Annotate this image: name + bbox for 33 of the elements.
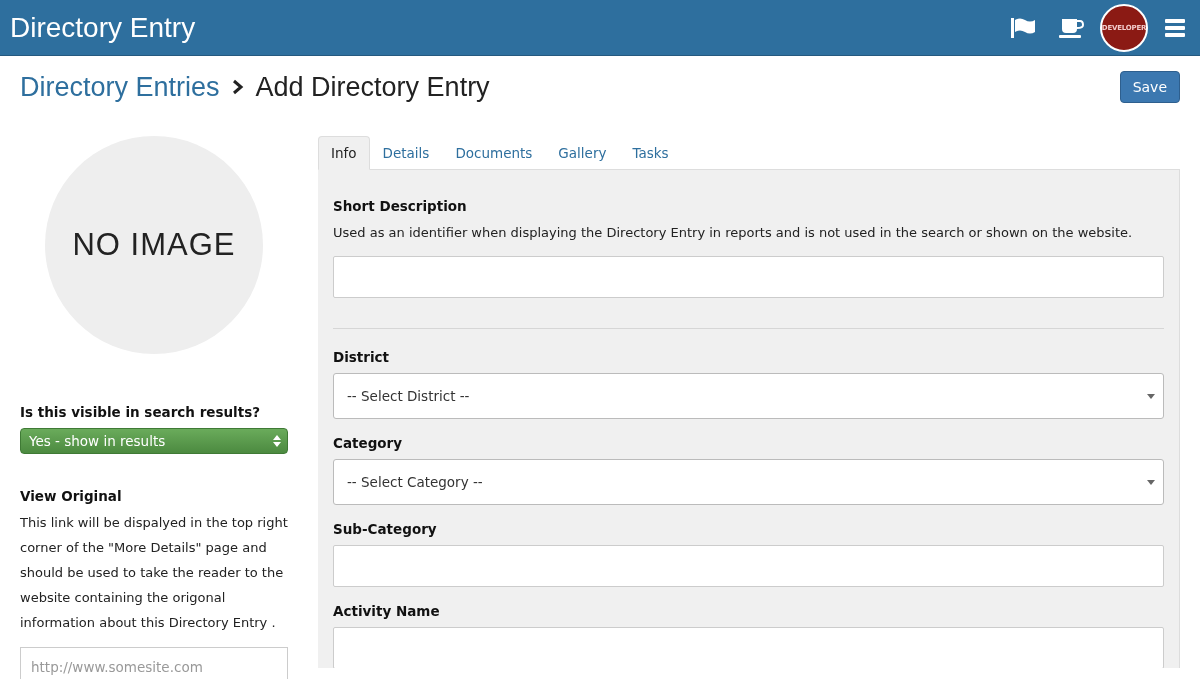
tab[interactable]: Documents bbox=[442, 136, 546, 170]
select-field[interactable]: -- Select Category -- bbox=[333, 459, 1164, 505]
field-label: Category bbox=[333, 435, 404, 451]
field-label: District bbox=[333, 349, 391, 365]
page-title: Add Directory Entry bbox=[255, 71, 490, 103]
tab[interactable]: Info bbox=[318, 136, 370, 170]
flag-icon[interactable] bbox=[1010, 16, 1036, 39]
text-field[interactable] bbox=[333, 627, 1164, 668]
tab[interactable]: Gallery bbox=[545, 136, 620, 170]
menu-icon[interactable] bbox=[1164, 17, 1186, 38]
chevron-icon bbox=[231, 79, 244, 95]
caret-icon bbox=[1147, 393, 1155, 399]
select-field[interactable]: -- Select District -- bbox=[333, 373, 1164, 419]
text-field[interactable] bbox=[333, 545, 1164, 587]
url-field[interactable]: http://www.somesite.com bbox=[20, 647, 288, 679]
coffee-cup-icon[interactable] bbox=[1058, 16, 1084, 39]
tab[interactable]: Tasks bbox=[619, 136, 682, 170]
field-label: Activity Name bbox=[333, 603, 441, 619]
field-label: Sub-Category bbox=[333, 521, 438, 537]
tab[interactable]: Details bbox=[369, 136, 443, 170]
help-text: Used as an identifier when displaying the Directory Entry in reports and is not used in the search or shown on the website. bbox=[333, 224, 1134, 242]
updown-arrows-icon bbox=[273, 435, 281, 447]
app-title: Directory Entry bbox=[10, 11, 196, 44]
caret-icon bbox=[1147, 479, 1155, 485]
field-label: Is this visible in search results? bbox=[20, 404, 262, 420]
breadcrumb-link[interactable]: Directory Entries bbox=[20, 71, 220, 103]
text-field[interactable] bbox=[333, 256, 1164, 298]
help-text: This link will be dispalyed in the top right corner of the "More Details" page and should be used to take the reader to the website containing the origonal information about this Directory Entry . bbox=[20, 514, 288, 632]
visibility-select[interactable]: Yes - show in results bbox=[20, 428, 288, 454]
field-label: Short Description bbox=[333, 198, 468, 214]
save-button[interactable]: Save bbox=[1119, 71, 1180, 103]
field-label: View Original bbox=[20, 488, 123, 504]
no-image-text: NO IMAGE bbox=[72, 227, 236, 263]
